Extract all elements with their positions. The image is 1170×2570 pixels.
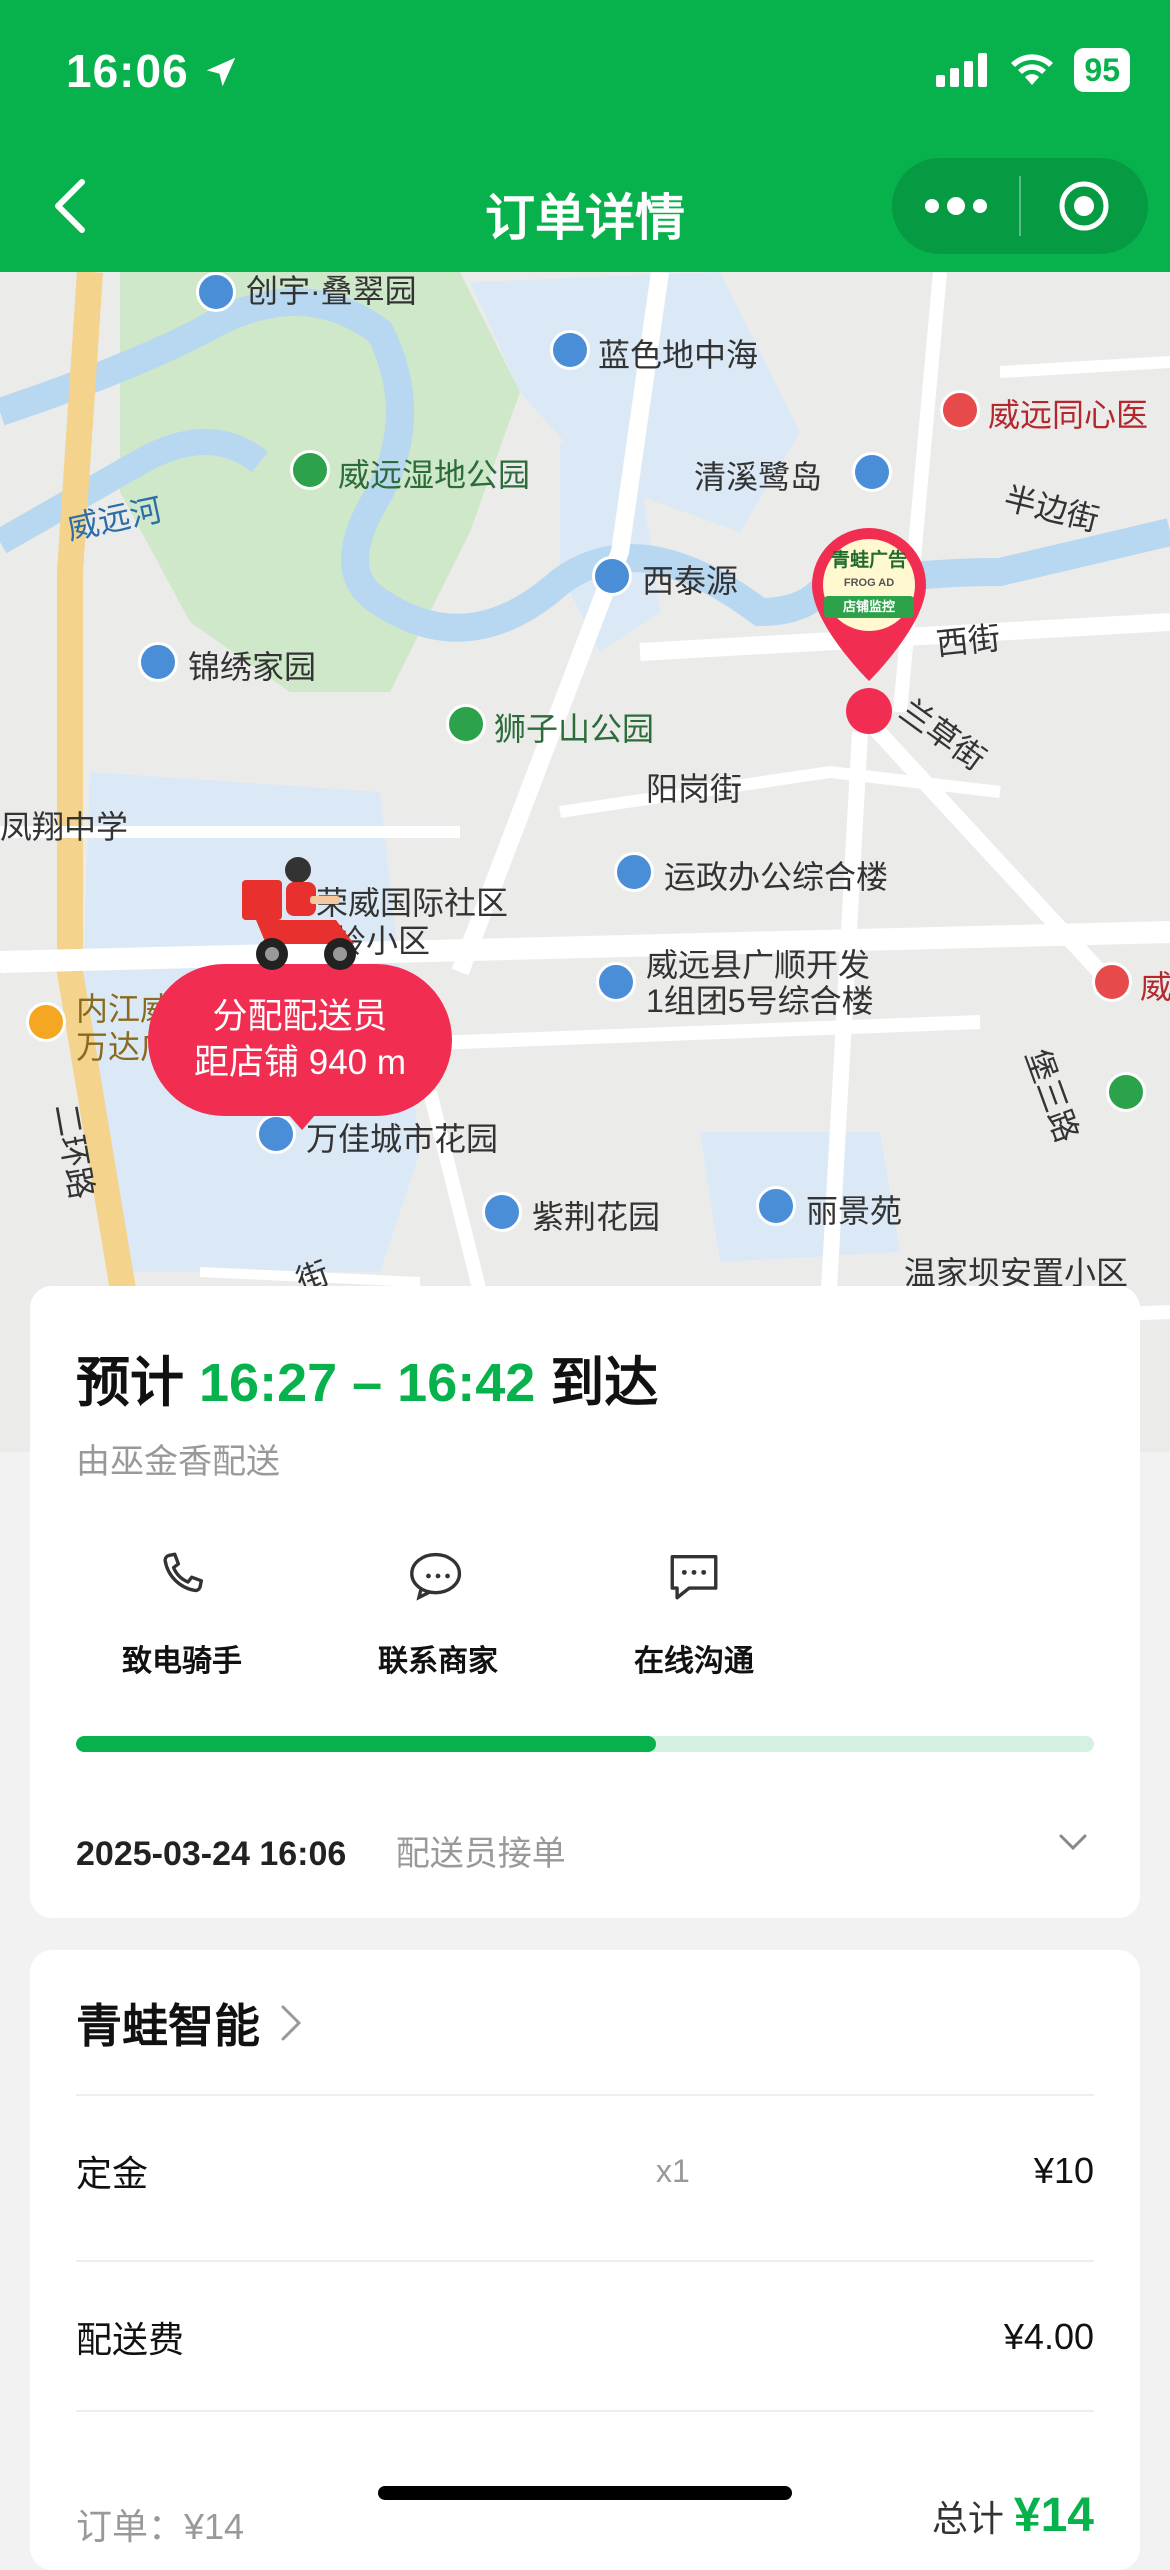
poi-pin [592,556,632,596]
contact-merchant-label: 联系商家 [378,1645,498,1678]
location-arrow-icon [207,57,236,87]
message-icon [670,1554,718,1600]
map-label-guangshun2: 1组团5号综合楼 [646,983,874,1019]
call-rider-button[interactable]: 致电骑手 [82,1536,282,1680]
item-qty: x1 [656,2152,690,2189]
store-logo-name: 青蛙广告 [830,550,907,571]
hospital-pin [1092,962,1132,1002]
poi-pin [138,642,178,682]
map-label-wanjia: 万佳城市花园 [306,1121,499,1157]
map-label-fengxiang: 凤翔中学 [0,809,129,845]
chevron-right-icon [281,2005,302,2041]
fee-name: 配送费 [76,2319,185,2360]
subtotal-text: 订单：¥14 [76,2506,245,2547]
tracking-time: 2025-03-24 16:06 [76,1835,347,1873]
mini-program-capsule [892,158,1148,254]
total-amount: 总计 ¥14 [932,2488,1094,2543]
chat-bubble-icon [410,1552,462,1601]
home-indicator [378,2486,792,2500]
status-time: 16:06 [66,44,240,98]
poi-pin [482,1192,522,1232]
rider-scooter-icon [242,857,356,970]
eta-suffix: 到达 [550,1353,659,1413]
delivery-card: 预计 16:27 – 16:42 到达 由巫金香配送 致电骑手 联系商家 在线沟… [30,1286,1140,1918]
map-label-shizishan: 狮子山公园 [494,711,655,747]
map-label-jinxiu: 锦绣家园 [188,649,317,685]
call-rider-label: 致电骑手 [122,1645,242,1678]
poi-pin [196,272,236,312]
store-logo-tag: 店铺监控 [824,596,914,618]
map-label-zijing: 紫荆花园 [532,1199,661,1235]
phone-icon [163,1552,204,1593]
order-item-row: 定金 x1 ¥10 [76,2094,1094,2246]
total-value: ¥14 [1013,2489,1094,2542]
tracking-row[interactable]: 2025-03-24 16:06 配送员接单 [76,1826,566,1875]
total-label: 总计 [931,2498,1004,2539]
time-text: 16:06 [66,45,189,97]
park-pin [290,450,330,490]
mall-pin [26,1002,66,1042]
order-card: 青蛙智能 定金 x1 ¥10 配送费 ¥4.00 订单：¥14 总计 ¥14 [30,1950,1140,2570]
totals-row: 订单：¥14 总计 ¥14 [76,2489,1094,2568]
map-label-xijie: 西街 [934,619,1002,663]
map-label-lijing: 丽景苑 [806,1193,903,1229]
rider-distance-bubble: 分配配送员 距店铺 940 m [148,964,452,1130]
delivery-progress-fill [76,1736,657,1752]
top-bar: 16:06 95 订单详情 [0,0,1170,272]
item-price: ¥10 [1033,2150,1094,2191]
map-label-qingxi: 清溪鹭岛 [694,459,823,495]
poi-pin [756,1186,796,1226]
more-dots-icon [924,197,987,215]
store-marker[interactable]: 青蛙广告 FROG AD 店铺监控 [808,524,930,694]
shop-link[interactable]: 青蛙智能 [76,1990,302,2056]
status-icons: 95 [936,48,1130,92]
chevron-down-icon[interactable] [1058,1832,1088,1852]
fee-price: ¥4.00 [1003,2316,1094,2357]
park-pin [1106,1072,1146,1112]
poi-pin [596,962,636,1002]
delivery-map[interactable]: 创宇·叠翠园 蓝色地中海 威远同心医 威远湿地公园 清溪鹭岛 半边街 威远河 西… [0,272,1170,1452]
map-label-yanggang: 阳岗街 [646,771,743,807]
more-button[interactable] [892,158,1019,254]
map-label-xitai: 西泰源 [642,563,739,599]
poi-pin [550,330,590,370]
rider-name-text: 由巫金香配送 [76,1443,280,1481]
eta-prefix: 预计 [76,1353,184,1413]
poi-pin [614,852,654,892]
store-location-dot [846,688,892,734]
wifi-icon [1011,54,1054,85]
map-label-lanse: 蓝色地中海 [598,337,759,373]
battery-indicator: 95 [1074,48,1130,92]
map-label-tongxin: 威远同心医 [988,397,1149,433]
park-pin [446,704,486,744]
close-program-button[interactable] [1021,158,1148,254]
totals-divider [76,2410,1094,2412]
eta-range: 16:27 – 16:42 [199,1353,536,1413]
map-label-shidi: 威远湿地公园 [338,457,531,493]
map-label-yunzheng: 运政办公综合楼 [664,859,889,895]
store-logo: 青蛙广告 FROG AD 店铺监控 [824,550,914,618]
hospital-pin [940,390,980,430]
bubble-line-1: 分配配送员 [212,997,388,1036]
target-circle-icon [1059,181,1109,231]
map-label-chuangyu: 创宇·叠翠园 [246,273,417,309]
eta-heading: 预计 16:27 – 16:42 到达 [76,1338,658,1417]
store-logo-sub: FROG AD [843,577,895,589]
map-label-wei: 威 [1140,969,1170,1005]
tracking-status: 配送员接单 [395,1835,566,1873]
delivery-fee-row: 配送费 ¥4.00 [76,2260,1094,2412]
bubble-line-2: 距店铺 940 m [194,1043,406,1082]
cellular-signal-icon [936,53,988,87]
online-chat-button[interactable]: 在线沟通 [594,1536,794,1680]
contact-merchant-button[interactable]: 联系商家 [338,1536,538,1680]
poi-pin [852,452,892,492]
shop-name: 青蛙智能 [76,2000,260,2052]
online-chat-label: 在线沟通 [634,1645,754,1678]
delivery-progress-bar [76,1736,1094,1752]
item-name: 定金 [76,2153,149,2194]
